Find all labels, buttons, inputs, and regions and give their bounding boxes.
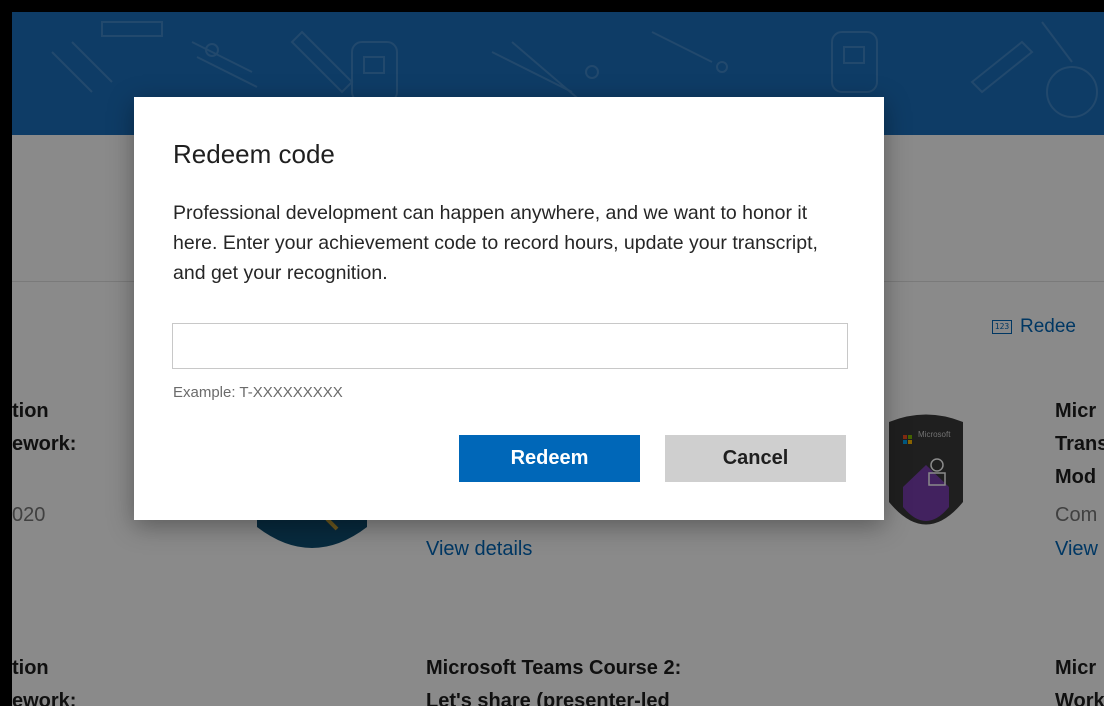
dialog-title: Redeem code xyxy=(173,139,335,169)
redeem-button[interactable]: Redeem xyxy=(459,435,640,482)
dialog-description: Professional development can happen anyw… xyxy=(173,202,818,284)
code-example-hint: Example: T-XXXXXXXXX xyxy=(173,384,343,401)
achievement-code-input[interactable] xyxy=(172,323,848,369)
redeem-code-dialog: Redeem code Professional development can… xyxy=(134,97,884,520)
cancel-button[interactable]: Cancel xyxy=(665,435,846,482)
page-viewport: 123 Redee tion ework: 020 View details M… xyxy=(12,12,1104,706)
